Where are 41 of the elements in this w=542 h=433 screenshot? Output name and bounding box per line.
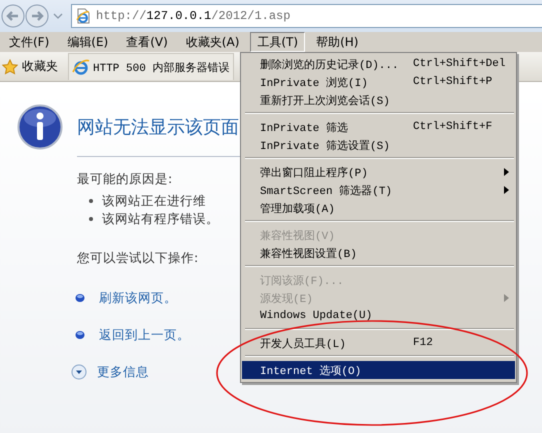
bullet-icon [89,199,93,203]
menu-item[interactable]: 文件(F) [2,32,56,52]
action-link[interactable]: 返回到上一页。 [99,326,190,344]
menu-option[interactable]: 兼容性视图设置(B) [242,244,515,262]
menu-option[interactable]: InPrivate 筛选设置(S) [242,136,515,154]
star-icon [2,58,18,74]
menu-item[interactable]: 查看(V) [119,32,175,52]
browser-tab[interactable]: HTTP 500 内部服务器错误 [68,53,234,80]
info-icon [17,104,63,150]
page-icon [75,8,91,24]
browser-icon [72,58,90,76]
menu-option[interactable]: Windows Update(U) [242,307,515,325]
bullet-icon [75,293,85,303]
menu-option[interactable]: InPrivate 浏览(I) Ctrl+Shift+P [242,73,515,91]
menu-option[interactable]: SmartScreen 筛选器(T) [242,181,515,199]
menu-item[interactable]: 收藏夹(A) [178,32,246,52]
error-title: 网站无法显示该页面 [77,116,239,139]
bullet-icon [75,330,85,340]
action-link[interactable]: 刷新该网页。 [99,290,177,306]
forward-button[interactable] [25,4,49,28]
menu-option[interactable]: 重新打开上次浏览会话(S) [242,91,515,109]
menu-item[interactable]: 工具(T) [250,32,306,52]
bullet-icon [89,217,93,221]
url-text: http://127.0.0.1/2012/1.asp [96,9,290,23]
menu-option[interactable]: 弹出窗口阻止程序(P) [242,163,515,181]
menu-option[interactable]: 开发人员工具(L) F12 [242,334,515,352]
causes-heading: 最可能的原因是: [77,171,174,188]
menu-option[interactable]: 管理加载项(A) [242,199,515,217]
menu-option[interactable]: Internet 选项(O) [242,361,515,379]
address-field[interactable]: http://127.0.0.1/2012/1.asp [71,4,542,28]
cause-text: 该网站正在进行维 [102,192,206,210]
menu-option[interactable]: InPrivate 筛选 Ctrl+Shift+F [242,118,515,136]
menu-option[interactable]: 删除浏览的历史记录(D)... Ctrl+Shift+Del [242,55,515,73]
more-info-link[interactable]: 更多信息 [97,364,149,380]
menu-item[interactable]: 帮助(H) [309,32,366,52]
actions-heading: 您可以尝试以下操作: [77,250,200,267]
menu-item[interactable]: 编辑(E) [60,32,116,52]
favorites-button[interactable]: 收藏夹 [0,58,66,75]
expand-icon[interactable] [71,364,87,380]
back-button[interactable] [1,4,25,28]
cause-text: 该网站有程序错误。 [102,210,219,228]
